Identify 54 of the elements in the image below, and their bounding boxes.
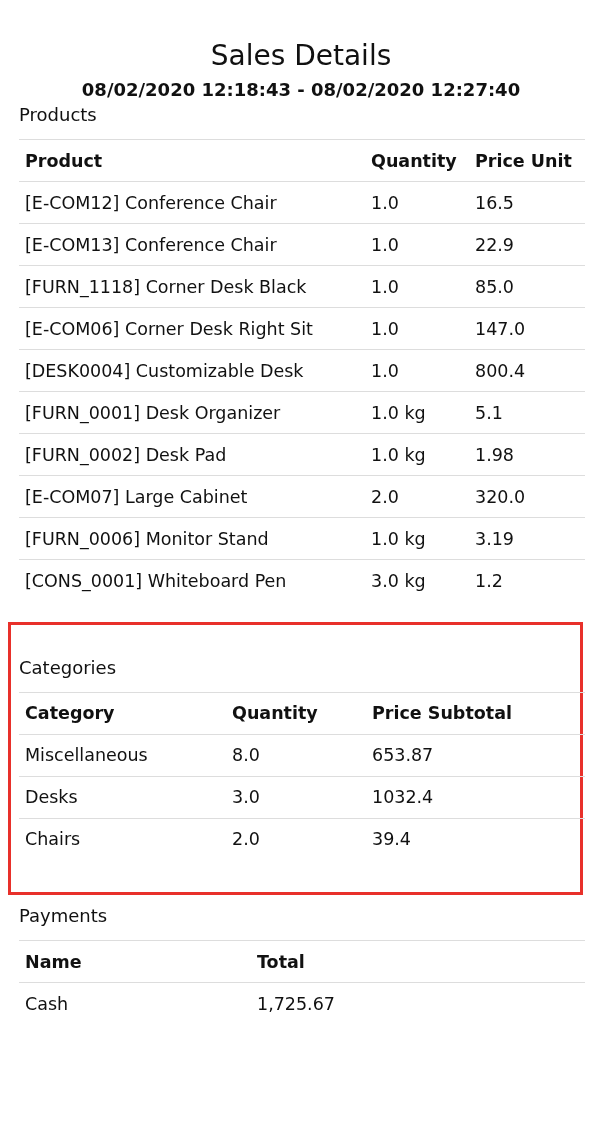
column-header: Price Unit (469, 139, 585, 182)
table-cell: 2.0 (226, 818, 366, 860)
table-cell: [E-COM06] Corner Desk Right Sit (19, 307, 365, 350)
table-cell: Cash (19, 982, 251, 1025)
table-cell: 1032.4 (366, 776, 585, 818)
table-cell: Miscellaneous (19, 734, 226, 776)
table-cell: 653.87 (366, 734, 585, 776)
table-cell: 39.4 (366, 818, 585, 860)
column-header: Quantity (226, 692, 366, 734)
table-cell: [FURN_0006] Monitor Stand (19, 517, 365, 560)
table-cell: 1,725.67 (251, 982, 585, 1025)
table-cell: [DESK0004] Customizable Desk (19, 349, 365, 392)
section-label: Categories (19, 655, 117, 680)
date-range: 08/02/2020 12:18:43 - 08/02/2020 12:27:40 (81, 78, 521, 102)
table-cell: [E-COM12] Conference Chair (19, 181, 365, 224)
table-cell: 85.0 (469, 265, 585, 308)
table-cell: 800.4 (469, 349, 585, 392)
table-cell: [CONS_0001] Whiteboard Pen (19, 559, 365, 602)
table-cell: Chairs (19, 818, 226, 860)
column-header: Price Subtotal (366, 692, 585, 734)
column-header: Category (19, 692, 226, 734)
table-cell: [FURN_1118] Corner Desk Black (19, 265, 365, 308)
table-cell: 1.0 kg (365, 391, 469, 434)
table-cell: 2.0 (365, 475, 469, 518)
table-cell: 1.2 (469, 559, 585, 602)
table-cell: 3.19 (469, 517, 585, 560)
table-cell: [FURN_0002] Desk Pad (19, 433, 365, 476)
table-cell: 8.0 (226, 734, 366, 776)
table-cell: 5.1 (469, 391, 585, 434)
page-title: Sales Details (210, 38, 392, 74)
table-cell: Desks (19, 776, 226, 818)
table-cell: 1.0 kg (365, 433, 469, 476)
table-cell: 1.0 (365, 265, 469, 308)
table-cell: 1.0 (365, 181, 469, 224)
table-cell: 147.0 (469, 307, 585, 350)
table-cell: 1.0 (365, 349, 469, 392)
table-cell: 320.0 (469, 475, 585, 518)
table-cell: 1.98 (469, 433, 585, 476)
table-cell: 16.5 (469, 181, 585, 224)
section-label: Products (19, 103, 97, 127)
table-cell: 22.9 (469, 223, 585, 266)
table-cell: 1.0 (365, 307, 469, 350)
table-cell: [E-COM13] Conference Chair (19, 223, 365, 266)
table-cell: [E-COM07] Large Cabinet (19, 475, 365, 518)
column-header: Total (251, 940, 585, 983)
section-label: Payments (19, 904, 108, 928)
table-cell: 3.0 (226, 776, 366, 818)
column-header: Product (19, 139, 365, 182)
table-cell: [FURN_0001] Desk Organizer (19, 391, 365, 434)
table-cell: 3.0 kg (365, 559, 469, 602)
table-cell: 1.0 (365, 223, 469, 266)
column-header: Name (19, 940, 251, 983)
column-header: Quantity (365, 139, 469, 182)
table-cell: 1.0 kg (365, 517, 469, 560)
